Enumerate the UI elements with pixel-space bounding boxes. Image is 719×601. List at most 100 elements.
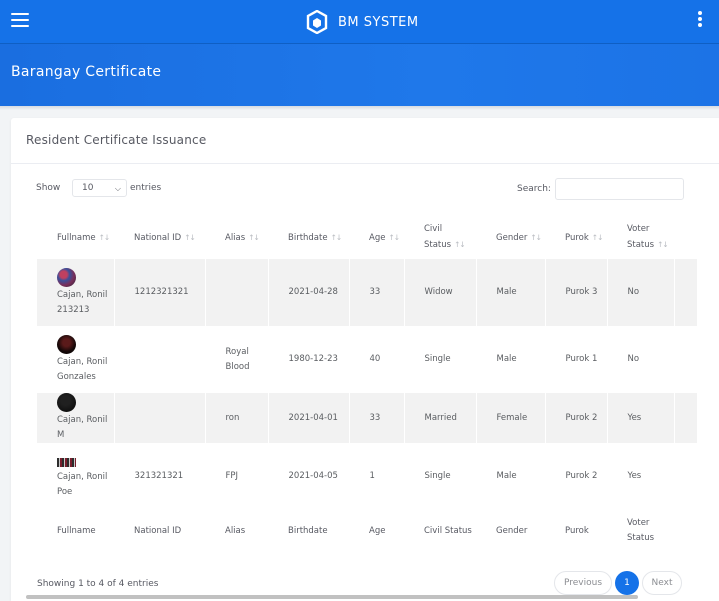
alias-cell: ron (205, 393, 269, 443)
sort-icon: ↑↓ (98, 232, 111, 242)
footer-gender: Gender (496, 525, 528, 536)
footer-civil-status: Civil Status (424, 525, 472, 536)
footer-age: Age (369, 525, 386, 536)
national-id-cell (114, 393, 206, 443)
gender-cell: Male (476, 259, 546, 326)
entries-label: entries (130, 183, 162, 193)
sort-icon: ↑↓ (591, 232, 604, 242)
chevron-down-icon: ⌵ (114, 184, 121, 193)
footer-voter-status: Voter Status (627, 518, 655, 543)
fullname-cell[interactable]: Cajan, Ronil Poe (37, 443, 115, 510)
age-cell: 33 (349, 393, 405, 443)
avatar (57, 267, 76, 287)
avatar (57, 457, 76, 467)
avatar (57, 334, 76, 354)
column-header-national-id[interactable]: National ID ↑↓ (114, 216, 205, 259)
table-footer-row: Fullname National ID Alias Birthdate Age… (37, 510, 697, 552)
birthdate-cell: 2021-04-01 (268, 393, 350, 443)
sort-icon: ↑↓ (388, 232, 400, 242)
purok-cell: Purok 3 (545, 259, 608, 326)
sort-icon: ↑↓ (530, 232, 542, 242)
brand[interactable]: BM SYSTEM (306, 9, 419, 35)
column-header-voter-status[interactable]: Voter Status ↑↓ (607, 216, 674, 259)
civil-status-cell: Widow (404, 259, 477, 326)
header-shadow (0, 106, 719, 110)
alias-cell (205, 259, 269, 326)
fullname-cell[interactable]: Cajan, Ronil Gonzales (37, 326, 115, 393)
sort-icon: ↑↓ (184, 232, 196, 242)
age-cell: 33 (349, 259, 405, 326)
column-header-age[interactable]: Age ↑↓ (349, 216, 404, 259)
fullname-cell[interactable]: Cajan, Ronil M (37, 393, 115, 443)
avatar (57, 393, 76, 412)
civil-status-cell: Married (404, 393, 477, 443)
entries-select-value: 10 (82, 183, 94, 193)
footer-birthdate: Birthdate (288, 525, 328, 536)
table-header-row: Fullname ↑↓ National ID ↑↓ Alias ↑↓ Birthda… (37, 216, 697, 259)
birthdate-cell: 2021-04-05 (268, 443, 350, 510)
sort-icon: ↑↓ (657, 240, 669, 249)
search-input[interactable] (555, 178, 684, 200)
action-cell[interactable] (674, 259, 698, 326)
voter-status-cell: Yes (607, 393, 675, 443)
purok-cell: Purok 2 (545, 443, 608, 510)
action-cell[interactable] (674, 393, 698, 443)
sort-icon: ↑↓ (248, 232, 260, 242)
action-cell[interactable] (674, 443, 698, 510)
birthdate-cell: 1980-12-23 (268, 326, 350, 393)
fullname-cell[interactable]: Cajan, Ronil 213213 (37, 259, 115, 326)
footer-national-id: National ID (134, 525, 182, 536)
national-id-cell: 1212321321 (114, 259, 206, 326)
alias-cell: Royal Blood (205, 326, 269, 393)
table-row[interactable]: Cajan, Ronil Poe 321321321 FPJ 2021-04-0… (37, 443, 698, 510)
footer-purok: Purok (565, 525, 589, 536)
voter-status-cell: No (607, 326, 675, 393)
column-header-gender[interactable]: Gender ↑↓ (476, 216, 545, 259)
gender-cell: Male (476, 443, 546, 510)
residents-table: Fullname ↑↓ National ID ↑↓ Alias ↑↓ Birthda… (37, 216, 698, 552)
show-label: Show (36, 183, 61, 193)
civil-status-cell: Single (404, 443, 477, 510)
footer-fullname: Fullname (57, 525, 96, 536)
national-id-cell (114, 326, 206, 393)
age-cell: 40 (349, 326, 405, 393)
card-title: Resident Certificate Issuance (26, 133, 207, 147)
previous-button[interactable]: Previous (554, 571, 612, 595)
column-header-alias[interactable]: Alias ↑↓ (205, 216, 268, 259)
alias-cell: FPJ (205, 443, 269, 510)
card-divider (11, 163, 719, 164)
civil-status-cell: Single (404, 326, 477, 393)
next-button[interactable]: Next (642, 571, 682, 595)
gender-cell: Female (476, 393, 546, 443)
page-1-button[interactable]: 1 (615, 571, 639, 595)
brand-name: BM SYSTEM (338, 14, 419, 30)
table-info: Showing 1 to 4 of 4 entries (37, 579, 159, 589)
vertical-dots-icon[interactable] (697, 11, 703, 31)
column-header-purok[interactable]: Purok ↑↓ (545, 216, 607, 259)
page-header: Barangay Certificate (0, 44, 719, 106)
voter-status-cell: Yes (607, 443, 675, 510)
horizontal-scrollbar[interactable] (26, 595, 638, 599)
gender-cell: Male (476, 326, 546, 393)
certificate-card: Resident Certificate Issuance Show 10 ⌵ … (11, 118, 719, 601)
column-header-action (674, 216, 697, 259)
sort-icon: ↑↓ (454, 240, 466, 249)
table-row[interactable]: Cajan, Ronil Gonzales Royal Blood 1980-1… (37, 326, 698, 393)
footer-alias: Alias (225, 525, 246, 536)
entries-select[interactable]: 10 ⌵ (72, 179, 127, 197)
column-header-civil-status[interactable]: Civil Status ↑↓ (404, 216, 476, 259)
action-cell[interactable] (674, 326, 698, 393)
age-cell: 1 (349, 443, 405, 510)
hamburger-icon[interactable] (11, 13, 29, 27)
voter-status-cell: No (607, 259, 675, 326)
column-header-birthdate[interactable]: Birthdate ↑↓ (268, 216, 349, 259)
shield-logo-icon (306, 10, 328, 34)
birthdate-cell: 2021-04-28 (268, 259, 350, 326)
search-label: Search: (517, 184, 551, 194)
national-id-cell: 321321321 (114, 443, 206, 510)
column-header-fullname[interactable]: Fullname ↑↓ (37, 216, 114, 259)
purok-cell: Purok 2 (545, 393, 608, 443)
purok-cell: Purok 1 (545, 326, 608, 393)
table-row[interactable]: Cajan, Ronil 213213 1212321321 2021-04-2… (37, 259, 698, 326)
table-row[interactable]: Cajan, Ronil M ron 2021-04-01 33 Married… (37, 393, 698, 443)
